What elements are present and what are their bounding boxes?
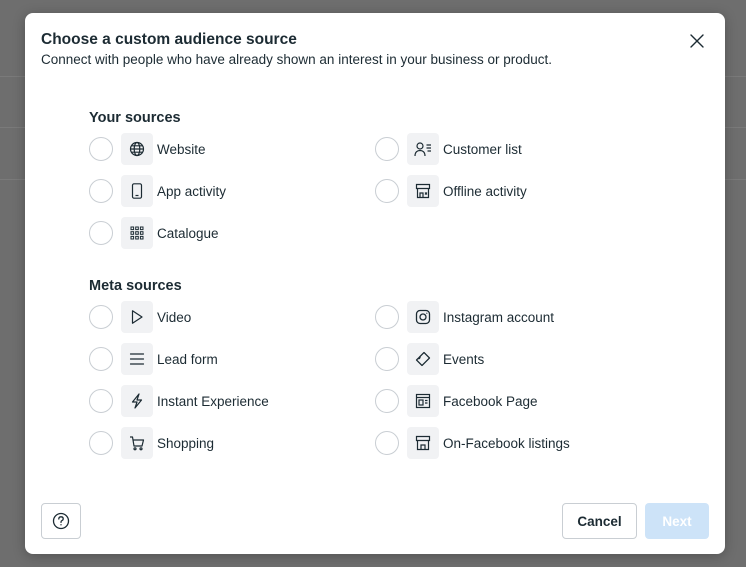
close-button[interactable] — [685, 29, 709, 53]
audience-source-modal: Choose a custom audience source Connect … — [25, 13, 725, 554]
option-label: Instant Experience — [157, 393, 269, 409]
option-catalogue[interactable]: Catalogue — [89, 217, 219, 249]
cart-icon — [121, 427, 153, 459]
radio-button[interactable] — [89, 305, 113, 329]
globe-icon — [121, 133, 153, 165]
option-instagram-account[interactable]: Instagram account — [375, 301, 554, 333]
option-customer-list[interactable]: Customer list — [375, 133, 522, 165]
ticket-icon — [407, 343, 439, 375]
option-video[interactable]: Video — [89, 301, 191, 333]
lines-icon — [121, 343, 153, 375]
modal-title: Choose a custom audience source — [41, 31, 297, 48]
option-label: Website — [157, 141, 206, 157]
radio-button[interactable] — [375, 137, 399, 161]
store-icon — [407, 175, 439, 207]
radio-button[interactable] — [89, 389, 113, 413]
help-button[interactable] — [41, 503, 81, 539]
option-label: Events — [443, 351, 485, 367]
instagram-icon — [407, 301, 439, 333]
meta-sources-heading: Meta sources — [89, 278, 182, 294]
option-label: Shopping — [157, 435, 215, 451]
option-label: Catalogue — [157, 225, 219, 241]
question-circle-icon — [52, 512, 70, 530]
mobile-phone-icon — [121, 175, 153, 207]
option-website[interactable]: Website — [89, 133, 206, 165]
radio-button[interactable] — [375, 347, 399, 371]
option-shopping[interactable]: Shopping — [89, 427, 214, 459]
radio-button[interactable] — [89, 221, 113, 245]
play-icon — [121, 301, 153, 333]
close-icon — [690, 34, 704, 48]
option-label: Offline activity — [443, 183, 527, 199]
option-facebook-page[interactable]: Facebook Page — [375, 385, 538, 417]
option-app-activity[interactable]: App activity — [89, 175, 226, 207]
option-label: Instagram account — [443, 309, 555, 325]
radio-button[interactable] — [89, 431, 113, 455]
modal-subtitle: Connect with people who have already sho… — [41, 52, 553, 67]
your-sources-heading: Your sources — [89, 110, 181, 126]
grid-icon — [121, 217, 153, 249]
cancel-button[interactable]: Cancel — [562, 503, 637, 539]
storefront-icon — [407, 427, 439, 459]
option-label: Lead form — [157, 351, 218, 367]
option-instant-experience[interactable]: Instant Experience — [89, 385, 269, 417]
option-label: Facebook Page — [443, 393, 538, 409]
option-on-facebook-listings[interactable]: On-Facebook listings — [375, 427, 570, 459]
radio-button[interactable] — [375, 389, 399, 413]
option-label: Video — [157, 309, 192, 325]
option-label: Customer list — [443, 141, 522, 157]
option-label: App activity — [157, 183, 227, 199]
contact-list-icon — [407, 133, 439, 165]
radio-button[interactable] — [375, 431, 399, 455]
lightning-icon — [121, 385, 153, 417]
page-icon — [407, 385, 439, 417]
radio-button[interactable] — [89, 347, 113, 371]
radio-button[interactable] — [89, 179, 113, 203]
option-label: On-Facebook listings — [443, 435, 570, 451]
option-events[interactable]: Events — [375, 343, 484, 375]
next-button[interactable]: Next — [645, 503, 709, 539]
option-lead-form[interactable]: Lead form — [89, 343, 218, 375]
radio-button[interactable] — [89, 137, 113, 161]
radio-button[interactable] — [375, 305, 399, 329]
radio-button[interactable] — [375, 179, 399, 203]
option-offline-activity[interactable]: Offline activity — [375, 175, 527, 207]
